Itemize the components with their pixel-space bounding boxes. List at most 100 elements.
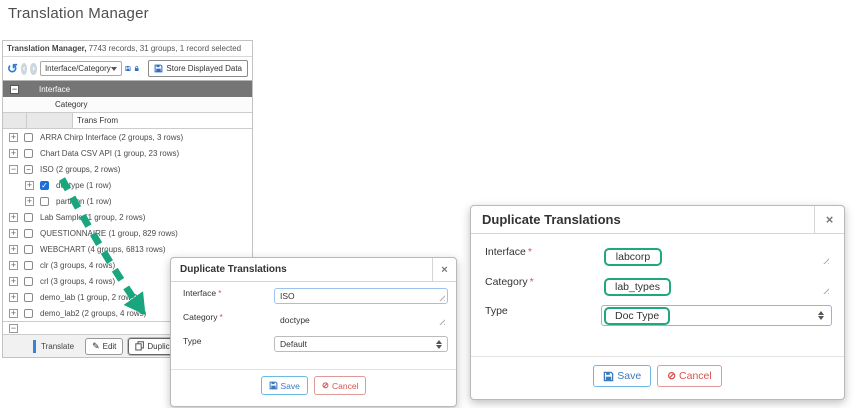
close-icon[interactable]: × [432, 258, 456, 281]
field-row-interface: Interface* labcorp [485, 246, 832, 258]
expand-icon[interactable]: + [9, 277, 18, 286]
row-checkbox[interactable] [40, 197, 49, 206]
expand-icon[interactable]: + [25, 181, 34, 190]
row-checkbox[interactable] [24, 245, 33, 254]
translate-button[interactable]: Translate [33, 340, 80, 353]
page-title: Translation Manager [8, 5, 149, 22]
collapse-all-icon[interactable]: − [10, 85, 19, 94]
expand-icon[interactable]: + [9, 133, 18, 142]
prev-icon[interactable]: ‹ [21, 63, 28, 75]
field-row-category: Category* lab_types [485, 276, 832, 288]
tree-row[interactable]: + Chart Data CSV API (1 group, 23 rows) [3, 145, 252, 161]
collapse-icon[interactable]: − [9, 324, 18, 333]
row-checkbox[interactable] [24, 229, 33, 238]
row-checkbox[interactable] [24, 213, 33, 222]
category-field[interactable]: lab_types [601, 276, 832, 297]
save-icon[interactable] [125, 63, 131, 74]
save-icon [269, 381, 278, 390]
row-label: crl (3 groups, 4 rows) [40, 277, 115, 286]
row-checkbox[interactable] [24, 261, 33, 270]
expand-icon[interactable]: + [9, 149, 18, 158]
cancel-icon: ⊘ [322, 380, 329, 391]
type-select[interactable]: Doc Type [601, 305, 832, 326]
required-asterisk: * [530, 276, 534, 288]
expand-icon[interactable]: + [9, 229, 18, 238]
pencil-icon: ✎ [92, 341, 100, 352]
tree-row[interactable]: +partition (1 row) [3, 193, 252, 209]
view-mode-value: Interface/Category [45, 64, 111, 73]
store-displayed-data-button[interactable]: Store Displayed Data [148, 60, 248, 77]
row-label: demo_lab2 (2 groups, 4 rows) [40, 309, 146, 318]
tree-row[interactable]: +ARRA Chirp Interface (2 groups, 3 rows) [3, 129, 252, 145]
tree-row[interactable]: + WEBCHART (4 groups, 6813 rows) [3, 241, 252, 257]
grid-header-category: Category [3, 97, 252, 113]
expand-icon[interactable]: + [9, 261, 18, 270]
category-value: doctype [280, 315, 310, 325]
duplicate-dialog-large: Duplicate Translations × Interface* labc… [470, 205, 845, 400]
dialog-footer: Save ⊘ Cancel [471, 356, 844, 387]
edit-button[interactable]: ✎ Edit [85, 338, 123, 355]
expand-icon[interactable]: + [25, 197, 34, 206]
field-row-category: Category* doctype [183, 312, 446, 322]
cancel-button[interactable]: ⊘ Cancel [314, 376, 367, 395]
resize-grip-icon[interactable] [822, 257, 829, 264]
field-row-type: Type Default [183, 336, 446, 346]
row-checkbox[interactable]: ✓ [40, 181, 49, 190]
row-label: demo_lab (1 group, 2 rows) [40, 293, 138, 302]
tree-row[interactable]: + Lab Sample (1 group, 2 rows) [3, 209, 252, 225]
collapse-icon[interactable]: − [9, 165, 18, 174]
duplicate-dialog-small: Duplicate Translations × Interface* ISO … [170, 257, 457, 407]
row-label: Lab Sample (1 group, 2 rows) [40, 213, 145, 222]
save-button-label: Save [281, 381, 300, 391]
row-checkbox[interactable] [24, 133, 33, 142]
save-button[interactable]: Save [261, 376, 308, 395]
dialog-title: Duplicate Translations [171, 258, 432, 281]
resize-grip-icon[interactable] [438, 294, 445, 301]
category-field[interactable]: doctype [274, 312, 448, 328]
interface-field[interactable]: ISO [274, 288, 448, 304]
field-row-interface: Interface* ISO [183, 288, 446, 298]
lock-icon[interactable] [134, 63, 139, 74]
interface-label: Interface* [183, 288, 221, 298]
expand-icon[interactable]: + [9, 245, 18, 254]
row-checkbox[interactable] [24, 277, 33, 286]
grid-header-transfrom: Trans From [3, 113, 252, 129]
copy-icon [135, 341, 144, 351]
screen: Translation Manager Translation Manager,… [0, 0, 860, 408]
row-checkbox[interactable] [24, 149, 33, 158]
row-label: Chart Data CSV API (1 group, 23 rows) [40, 149, 179, 158]
interface-value: labcorp [616, 251, 650, 263]
tree-row[interactable]: −−ISO (2 groups, 2 rows) [3, 161, 252, 177]
interface-label: Interface* [485, 246, 532, 258]
header-transfrom-label: Trans From [73, 113, 252, 128]
row-checkbox[interactable]: − [24, 165, 33, 174]
grid-header-interface: − Interface [3, 81, 252, 97]
required-asterisk: * [528, 246, 532, 258]
dialog-title: Duplicate Translations [471, 206, 814, 233]
refresh-icon[interactable]: ↺ [7, 63, 18, 75]
tree-row[interactable]: + QUESTIONNAIRE (1 group, 829 rows) [3, 225, 252, 241]
expand-icon[interactable]: + [9, 309, 18, 318]
resize-grip-icon[interactable] [822, 287, 829, 294]
expand-icon[interactable]: + [9, 213, 18, 222]
resize-grip-icon[interactable] [438, 318, 445, 325]
cancel-button[interactable]: ⊘ Cancel [657, 365, 722, 387]
tree-row[interactable]: +✓doctype (1 row) [3, 177, 252, 193]
cancel-icon: ⊘ [667, 370, 676, 382]
save-icon [603, 371, 614, 382]
row-checkbox[interactable] [24, 293, 33, 302]
cancel-button-label: Cancel [679, 370, 712, 382]
save-button[interactable]: Save [593, 365, 651, 387]
next-icon[interactable]: › [30, 63, 37, 75]
save-button-label: Save [617, 370, 641, 382]
category-label: Category* [485, 276, 534, 288]
row-checkbox[interactable] [24, 309, 33, 318]
interface-field[interactable]: labcorp [601, 246, 832, 267]
expand-icon[interactable]: + [9, 293, 18, 302]
row-label: WEBCHART (4 groups, 6813 rows) [40, 245, 166, 254]
type-select[interactable]: Default [274, 336, 448, 352]
row-label: QUESTIONNAIRE (1 group, 829 rows) [40, 229, 178, 238]
required-asterisk: * [218, 288, 221, 298]
view-mode-select[interactable]: Interface/Category [40, 61, 122, 76]
close-icon[interactable]: × [814, 206, 844, 233]
